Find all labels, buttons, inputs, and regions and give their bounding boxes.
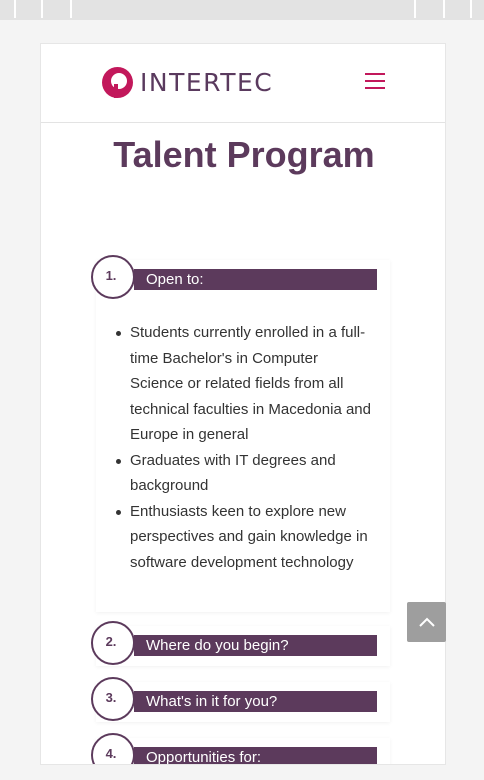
divider — [443, 0, 445, 18]
section-number: 4. — [91, 733, 135, 764]
chevron-up-icon — [418, 617, 435, 627]
logo-text: INTERTEC — [140, 68, 274, 97]
scroll-to-top-button[interactable] — [407, 602, 446, 642]
divider — [14, 0, 16, 18]
section-title-bar[interactable]: What's in it for you? — [134, 691, 377, 712]
list-item: Enthusiasts keen to explore new perspect… — [114, 499, 372, 576]
section-title-bar[interactable]: Where do you begin? — [134, 635, 377, 656]
divider — [470, 0, 472, 18]
section-body: Students currently enrolled in a full-ti… — [96, 300, 390, 597]
section-title-bar[interactable]: Opportunities for: — [134, 747, 377, 764]
section-whats-in-it: What's in it for you? 3. — [91, 677, 390, 722]
list-item: Students currently enrolled in a full-ti… — [114, 320, 372, 448]
section-number: 1. — [91, 255, 135, 299]
logo-mark-icon — [102, 67, 133, 98]
divider — [41, 0, 43, 18]
divider — [414, 0, 416, 18]
list-item: Graduates with IT degrees and background — [114, 448, 372, 499]
page-card: INTERTEC Talent Program Open to: 1. Stud… — [40, 43, 446, 765]
section-header[interactable]: Where do you begin? 2. — [91, 621, 390, 666]
section-open-to: Open to: 1. Students currently enrolled … — [91, 255, 390, 612]
section-where-begin: Where do you begin? 2. — [91, 621, 390, 666]
section-header[interactable]: What's in it for you? 3. — [91, 677, 390, 722]
browser-top-bar — [0, 0, 484, 20]
page-title: Talent Program — [113, 134, 375, 175]
section-opportunities: Opportunities for: 4. — [91, 733, 390, 764]
section-number: 2. — [91, 621, 135, 665]
criteria-list: Students currently enrolled in a full-ti… — [114, 320, 372, 575]
section-header[interactable]: Opportunities for: 4. — [91, 733, 390, 764]
site-header: INTERTEC — [41, 44, 445, 123]
hamburger-icon[interactable] — [365, 73, 387, 91]
divider — [70, 0, 72, 18]
intertec-logo[interactable]: INTERTEC — [101, 66, 273, 99]
section-title-bar[interactable]: Open to: — [134, 269, 377, 290]
section-number: 3. — [91, 677, 135, 721]
section-header[interactable]: Open to: 1. — [91, 255, 390, 300]
